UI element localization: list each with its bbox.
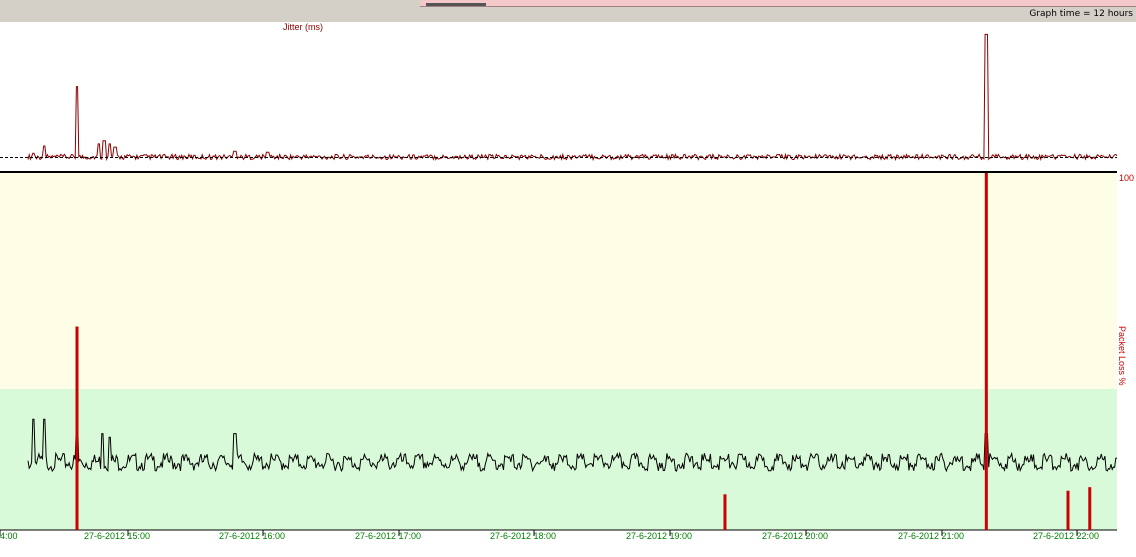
x-tick-label-0: 4:00 [0,531,18,541]
jitter-title: Jitter (ms) [283,22,323,32]
packet-loss-y-max: 100 [1119,173,1134,183]
packet-loss-bar-4 [1088,487,1092,530]
x-tick-label-8: 27-6-2012 22:00 [1033,531,1099,541]
jitter-panel-bg [0,22,1117,171]
packet-loss-bar-3 [1066,490,1070,530]
x-tick-label-5: 27-6-2012 19:00 [626,531,692,541]
x-tick-label-7: 27-6-2012 21:00 [898,531,964,541]
packet-loss-bar-1 [723,494,727,530]
x-tick-label-4: 27-6-2012 18:00 [490,531,556,541]
chart-canvas: 4:00 27-6-2012 15:00 27-6-2012 16:00 27-6-2… [0,22,1136,557]
packet-loss-axis-label: Packet Loss % [1117,326,1127,386]
x-tick-label-1: 27-6-2012 15:00 [84,531,150,541]
packet-loss-bar-0 [75,326,79,530]
packet-loss-bar-2 [984,173,988,530]
x-axis-strip [0,530,1136,557]
x-tick-label-3: 27-6-2012 17:00 [355,531,421,541]
right-margin [1117,22,1136,530]
loss-panel-warning-zone [0,173,1117,389]
x-tick-label-6: 27-6-2012 20:00 [762,531,828,541]
x-tick-label-2: 27-6-2012 16:00 [219,531,285,541]
